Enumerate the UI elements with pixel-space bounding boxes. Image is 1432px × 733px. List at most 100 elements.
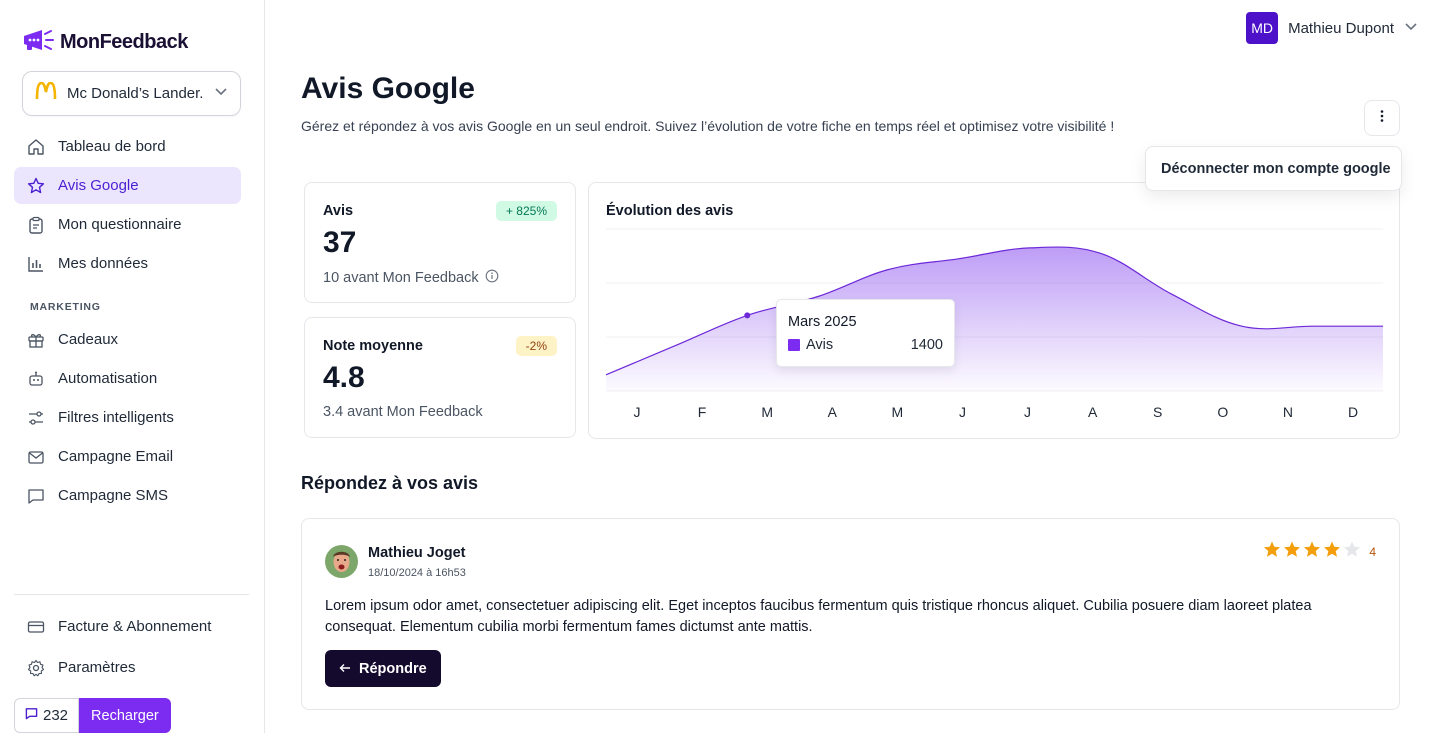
recharge-button[interactable]: Recharger	[79, 698, 171, 733]
main-nav: Tableau de bord Avis Google Mon question…	[14, 128, 241, 284]
sidebar-item-label: Avis Google	[58, 177, 139, 194]
info-icon[interactable]	[485, 269, 499, 287]
stat-label: Avis	[323, 203, 354, 219]
sidebar-item-label: Paramètres	[58, 659, 136, 676]
review-date: 18/10/2024 à 16h53	[368, 567, 466, 579]
stat-sub-text: 3.4 avant Mon Feedback	[323, 404, 483, 420]
chart-area-fill	[606, 247, 1383, 391]
sidebar-item-automation[interactable]: Automatisation	[14, 360, 241, 397]
sidebar-item-label: Campagne SMS	[58, 487, 169, 504]
avatar: MD	[1246, 12, 1279, 44]
chevron-down-icon	[214, 84, 228, 103]
star-rating: 4	[1263, 541, 1376, 563]
growth-badge: + 825%	[495, 201, 557, 221]
stat-sub: 10 avant Mon Feedback	[323, 269, 499, 287]
x-tick-label: D	[1348, 404, 1358, 420]
sidebar-item-email-campaign[interactable]: Campagne Email	[14, 438, 241, 475]
message-icon	[26, 486, 46, 506]
page-subtitle: Gérez et répondez à vos avis Google en u…	[301, 118, 1115, 134]
sidebar-item-sms-campaign[interactable]: Campagne SMS	[14, 477, 241, 514]
user-name: Mathieu Dupont	[1288, 19, 1394, 37]
store-selector[interactable]: Mc Donald’s Lander...	[22, 71, 241, 116]
sidebar-item-data[interactable]: Mes données	[14, 245, 241, 282]
page-title: Avis Google	[301, 72, 475, 105]
sidebar-divider	[14, 594, 249, 595]
avatar	[325, 545, 358, 578]
x-tick-label: J	[1024, 404, 1031, 420]
star-icon	[1303, 541, 1321, 563]
disconnect-google-menu-item[interactable]: Déconnecter mon compte google	[1145, 146, 1402, 191]
stat-sub-text: 10 avant Mon Feedback	[323, 270, 479, 286]
sidebar-item-label: Facture & Abonnement	[58, 618, 212, 635]
star-icon	[1323, 541, 1341, 563]
sidebar-item-gifts[interactable]: Cadeaux	[14, 321, 241, 358]
chart-title: Évolution des avis	[606, 203, 734, 219]
star-icon	[1263, 541, 1281, 563]
series-swatch	[788, 339, 800, 351]
chevron-down-icon	[1404, 19, 1418, 38]
sidebar-item-google-reviews[interactable]: Avis Google	[14, 167, 241, 204]
clipboard-icon	[26, 215, 46, 235]
more-options-button[interactable]	[1364, 100, 1400, 136]
sidebar-item-settings[interactable]: Paramètres	[14, 649, 241, 686]
section-label-marketing: MARKETING	[30, 301, 101, 313]
filter-icon	[26, 408, 46, 428]
stat-sub: 3.4 avant Mon Feedback	[323, 404, 483, 420]
sidebar-item-questionnaire[interactable]: Mon questionnaire	[14, 206, 241, 243]
reviewer-name: Mathieu Joget	[368, 545, 466, 561]
reply-button-label: Répondre	[359, 660, 427, 677]
sidebar-item-label: Campagne Email	[58, 448, 174, 465]
x-tick-label: A	[828, 404, 838, 420]
tooltip-row: Avis 1400	[788, 337, 943, 353]
logo[interactable]: MonFeedback	[22, 28, 188, 57]
kebab-menu-icon	[1380, 109, 1384, 128]
bot-icon	[26, 369, 46, 389]
stat-card-reviews: Avis + 825% 37 10 avant Mon Feedback	[304, 182, 576, 303]
sidebar-item-dashboard[interactable]: Tableau de bord	[14, 128, 241, 165]
tooltip-title: Mars 2025	[788, 314, 857, 330]
home-icon	[26, 137, 46, 157]
tooltip-value: 1400	[910, 337, 943, 353]
x-tick-label: J	[634, 404, 641, 420]
credit-box: 232 Recharger	[14, 698, 171, 733]
megaphone-logo-icon	[22, 28, 54, 57]
gear-icon	[26, 658, 46, 678]
sidebar-item-label: Mes données	[58, 255, 149, 272]
growth-badge: -2%	[515, 336, 557, 356]
star-icon	[26, 176, 46, 196]
store-name: Mc Donald’s Lander...	[67, 85, 204, 102]
review-text: Lorem ipsum odor amet, consectetuer adip…	[325, 598, 1312, 635]
x-tick-label: O	[1217, 404, 1228, 420]
x-tick-label: A	[1088, 404, 1098, 420]
mail-icon	[26, 447, 46, 467]
user-menu[interactable]: MD Mathieu Dupont	[1246, 12, 1418, 44]
sidebar-item-smart-filters[interactable]: Filtres intelligents	[14, 399, 241, 436]
sidebar-item-label: Filtres intelligents	[58, 409, 174, 426]
star-empty-icon	[1343, 541, 1361, 563]
review-card: Mathieu Joget 18/10/2024 à 16h53 4 Lorem…	[301, 518, 1400, 710]
reply-button[interactable]: Répondre	[325, 650, 441, 687]
stat-label: Note moyenne	[323, 338, 423, 354]
marketing-nav: Cadeaux Automatisation Filtres intellige…	[14, 321, 241, 516]
mcdonalds-logo-icon	[35, 81, 57, 105]
credit-count-value: 232	[43, 707, 69, 724]
x-tick-label: S	[1153, 404, 1162, 420]
star-icon	[1283, 541, 1301, 563]
reviews-section-title: Répondez à vos avis	[301, 473, 479, 493]
sidebar-item-label: Tableau de bord	[58, 138, 166, 155]
stat-card-average-rating: Note moyenne -2% 4.8 3.4 avant Mon Feedb…	[304, 317, 576, 438]
sidebar-item-billing[interactable]: Facture & Abonnement	[14, 608, 241, 645]
x-tick-label: N	[1283, 404, 1293, 420]
sidebar-item-label: Cadeaux	[58, 331, 119, 348]
chart-tooltip: Mars 2025 Avis 1400	[776, 299, 955, 367]
stat-value: 37	[323, 226, 357, 259]
x-tick-label: M	[892, 404, 904, 420]
chart-point-hovered[interactable]	[744, 312, 751, 319]
sidebar-item-label: Automatisation	[58, 370, 158, 387]
message-icon	[25, 707, 38, 724]
reviews-chart: JFMAMJJASOND	[605, 228, 1383, 420]
stat-value: 4.8	[323, 361, 365, 394]
brand-name: MonFeedback	[60, 31, 188, 53]
gift-icon	[26, 330, 46, 350]
bar-chart-icon	[26, 254, 46, 274]
